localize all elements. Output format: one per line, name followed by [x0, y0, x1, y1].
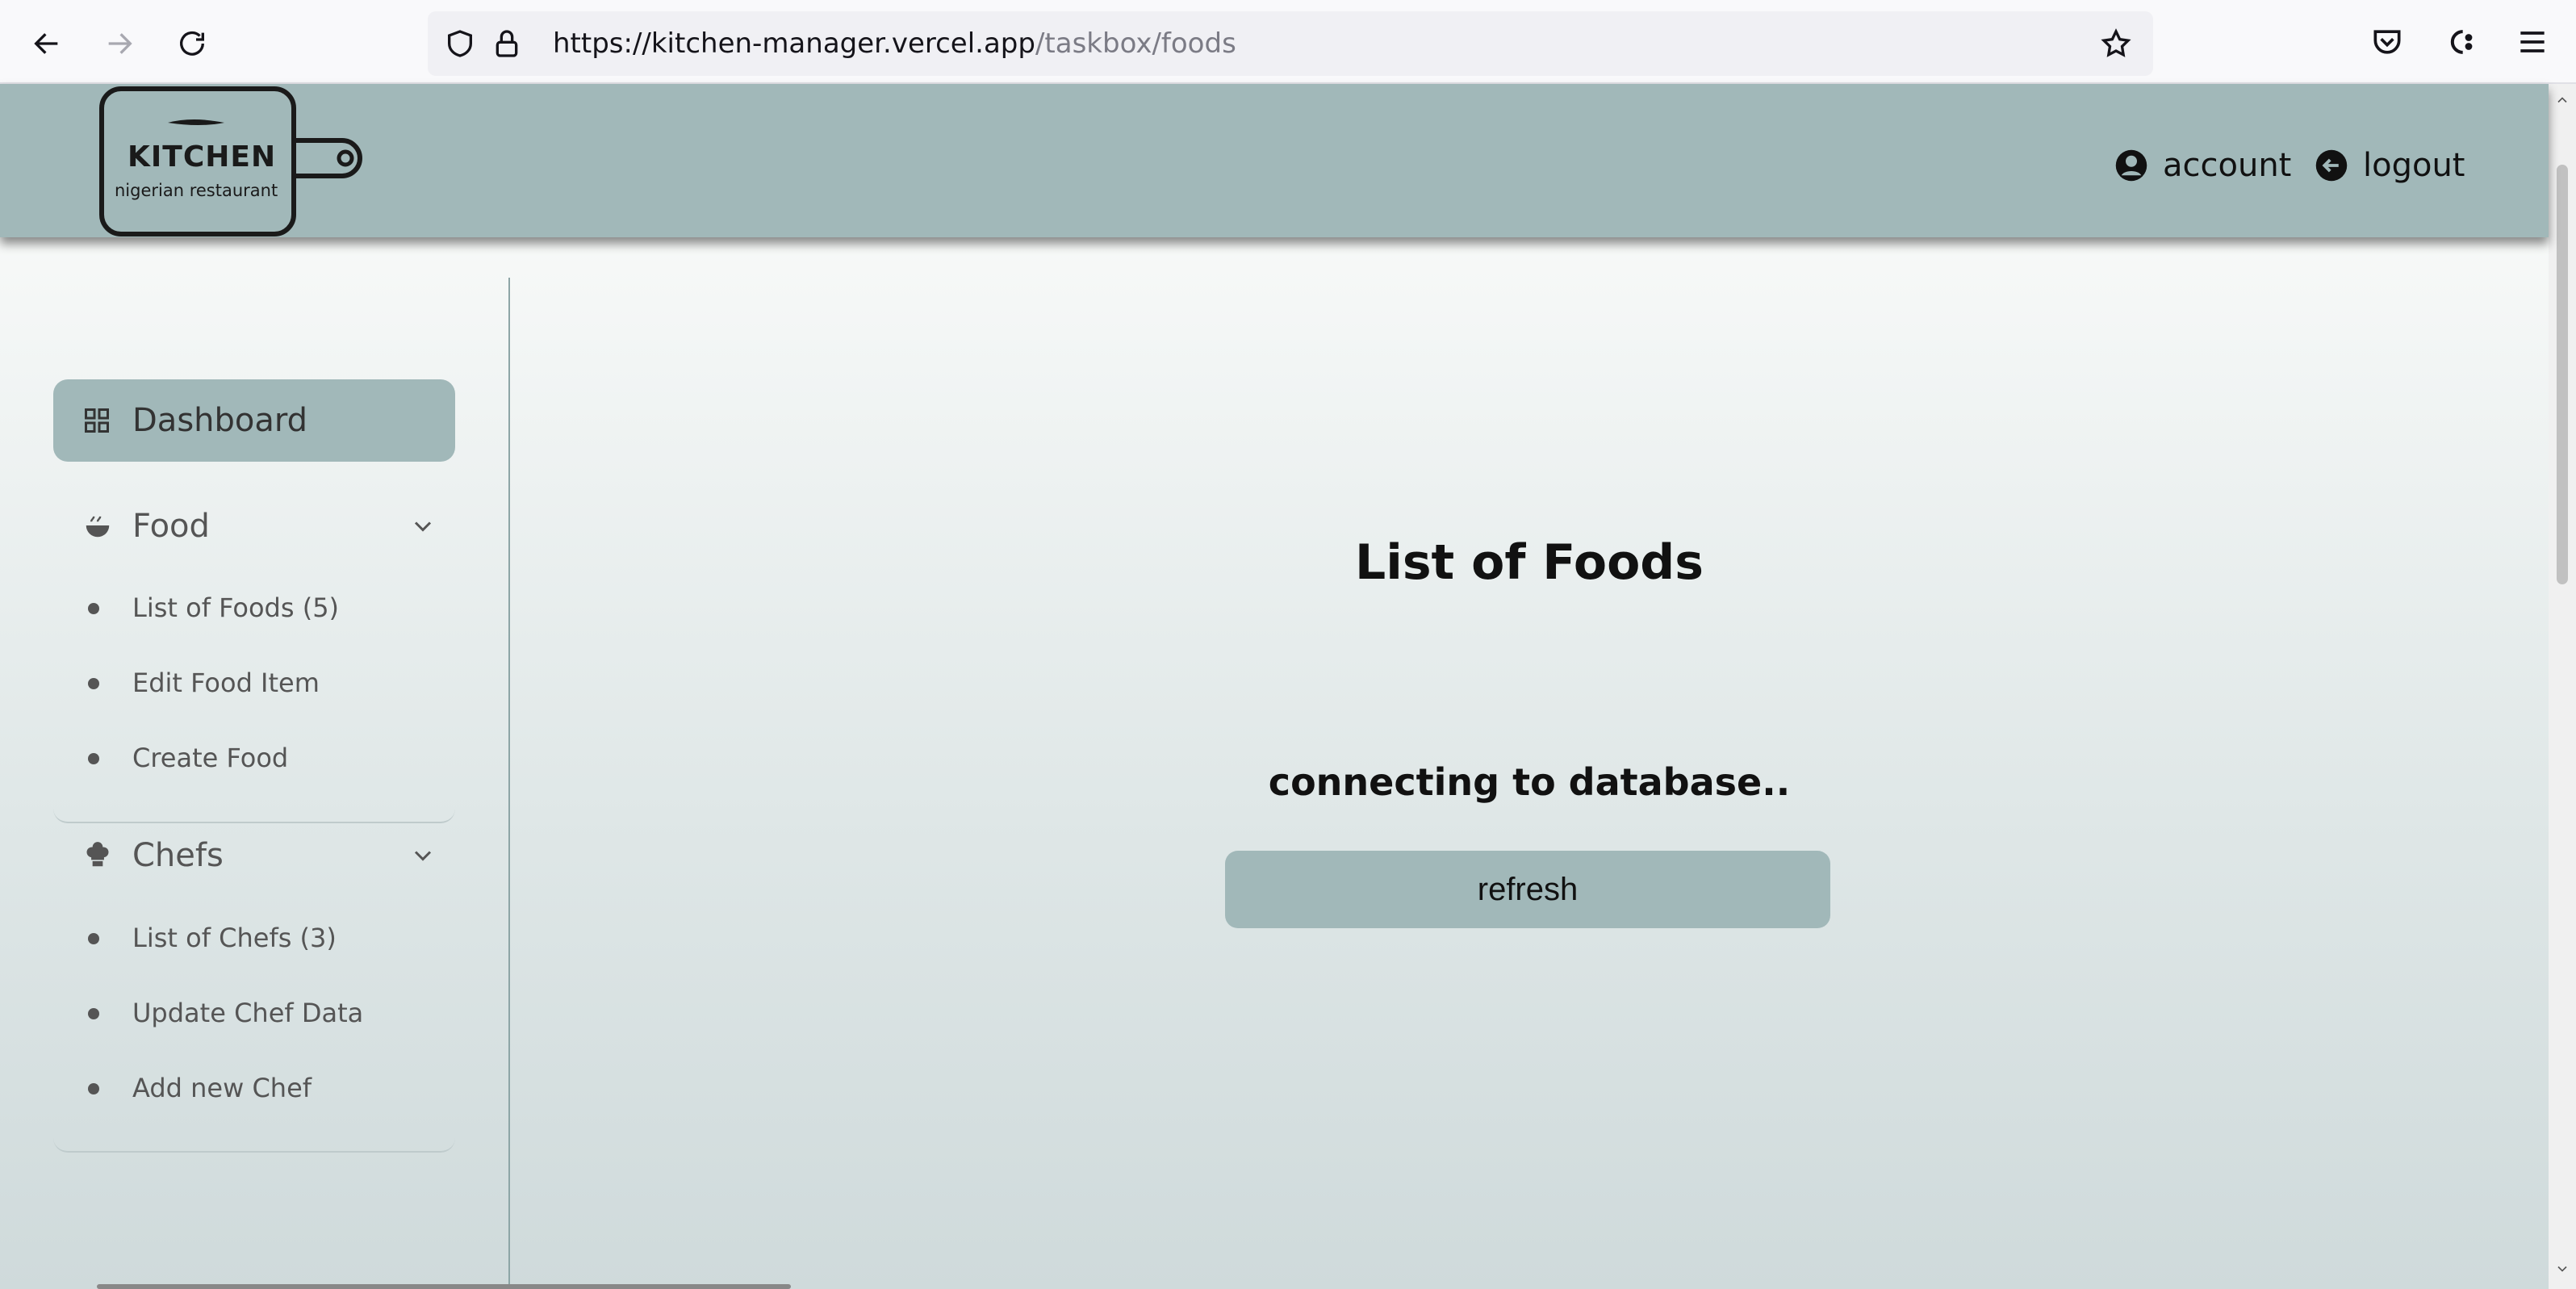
chevron-down-icon — [414, 521, 432, 532]
extension-icon[interactable] — [2442, 24, 2478, 60]
sidebar-item-dashboard[interactable]: Dashboard — [53, 379, 455, 462]
account-label: account — [2163, 147, 2292, 184]
menu-icon[interactable] — [2515, 24, 2550, 60]
grid-icon — [85, 408, 109, 433]
sidebar-item-add-chef[interactable]: Add new Chef — [53, 1060, 455, 1116]
reload-icon — [180, 31, 204, 56]
scroll-down-icon[interactable] — [2554, 1261, 2570, 1277]
scroll-up-icon[interactable] — [2554, 92, 2570, 108]
sidebar-item-label: Create Food — [132, 743, 289, 773]
url-text: https://kitchen-manager.vercel.app/taskb… — [553, 11, 1236, 76]
bullet-icon — [88, 1083, 99, 1094]
sidebar-item-label: Dashboard — [132, 402, 308, 439]
horizontal-scrollbar[interactable] — [97, 1284, 791, 1289]
page-title: List of Foods — [1355, 534, 1704, 591]
sidebar-item-label: List of Chefs (3) — [132, 923, 337, 953]
app-header: KITCHEN nigerian restaurant account logo… — [0, 84, 2549, 237]
sidebar-item-label: List of Foods (5) — [132, 592, 340, 623]
scroll-thumb[interactable] — [2557, 165, 2568, 584]
sidebar-item-label: Edit Food Item — [132, 668, 320, 698]
star-icon[interactable] — [2100, 27, 2132, 60]
refresh-button[interactable]: refresh — [1225, 851, 1830, 928]
sidebar-divider — [508, 278, 510, 1289]
sidebar-item-list-of-foods[interactable]: List of Foods (5) — [53, 580, 455, 636]
sidebar-group-header-chefs[interactable]: Chefs — [53, 823, 455, 888]
url-path: /taskbox/foods — [1035, 27, 1236, 60]
sidebar-group-chefs: Chefs List of Chefs (3) Update Chef Data… — [53, 823, 455, 1153]
bullet-icon — [88, 1008, 99, 1019]
sidebar-group-label: Chefs — [132, 837, 224, 874]
vertical-scrollbar[interactable] — [2549, 84, 2576, 1289]
pocket-icon[interactable] — [2369, 24, 2405, 60]
sidebar-group-food: Food List of Foods (5) Edit Food Item Cr… — [53, 494, 455, 823]
sidebar-item-create-food[interactable]: Create Food — [53, 730, 455, 786]
status-message: connecting to database.. — [1268, 760, 1791, 804]
arrow-right-icon — [108, 33, 132, 54]
bullet-icon — [88, 933, 99, 944]
account-link[interactable]: account — [2114, 137, 2291, 194]
sidebar-item-label: Add new Chef — [132, 1073, 312, 1103]
sidebar-item-update-chef[interactable]: Update Chef Data — [53, 985, 455, 1041]
chevron-down-icon — [414, 851, 432, 861]
browser-toolbar: https://kitchen-manager.vercel.app/taskb… — [0, 0, 2576, 84]
logout-icon — [2315, 149, 2348, 182]
logout-link[interactable]: logout — [2315, 137, 2465, 194]
back-button[interactable] — [21, 18, 73, 69]
forward-button[interactable] — [94, 18, 145, 69]
sidebar-item-label: Update Chef Data — [132, 998, 364, 1028]
bullet-icon — [88, 603, 99, 614]
bullet-icon — [88, 678, 99, 689]
sidebar-item-edit-food[interactable]: Edit Food Item — [53, 655, 455, 711]
address-bar[interactable]: https://kitchen-manager.vercel.app/taskb… — [428, 11, 2153, 76]
main-content: Dashboard Food List of Foods (5) Edit Fo… — [0, 237, 2549, 1289]
arrow-left-icon — [34, 33, 58, 54]
user-circle-icon — [2115, 149, 2147, 182]
url-host: https://kitchen-manager.vercel.app — [553, 27, 1035, 60]
sidebar-group-header-food[interactable]: Food — [53, 494, 455, 559]
sidebar-group-label: Food — [132, 508, 210, 545]
sidebar-item-list-of-chefs[interactable]: List of Chefs (3) — [53, 910, 455, 966]
logo-subtitle: nigerian restaurant — [115, 181, 278, 200]
shield-icon — [448, 30, 472, 57]
chef-hat-icon — [86, 842, 109, 867]
reload-button[interactable] — [166, 18, 218, 69]
logout-label: logout — [2363, 147, 2465, 184]
lock-icon — [496, 30, 518, 57]
food-bowl-icon — [86, 516, 110, 538]
logo-title: KITCHEN — [128, 140, 277, 174]
bullet-icon — [88, 753, 99, 764]
kitchen-logo[interactable]: KITCHEN nigerian restaurant — [97, 84, 379, 237]
